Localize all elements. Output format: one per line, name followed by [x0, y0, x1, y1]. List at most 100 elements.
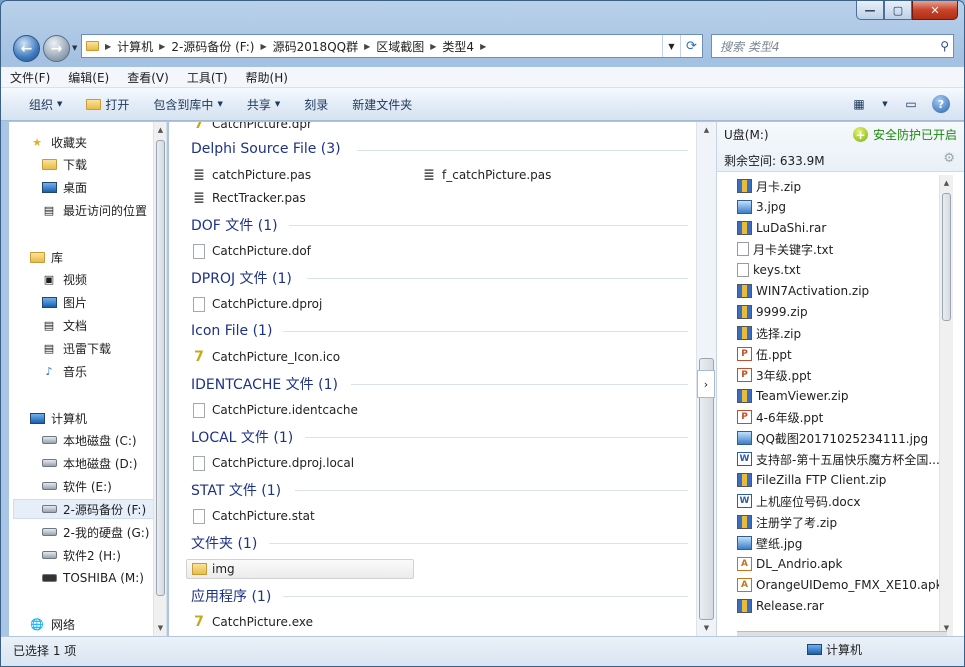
udisk-file-item[interactable]: A DL_Andrio.apk: [737, 554, 843, 574]
udisk-file-item[interactable]: P 伍.ppt: [737, 344, 792, 364]
file-item[interactable]: CatchPicture.dproj.local: [191, 453, 354, 473]
menu-file[interactable]: 文件(F): [1, 69, 59, 86]
udisk-file-item[interactable]: W 支持部-第十五届快乐魔方杯全国...: [737, 449, 940, 469]
view-options-icon[interactable]: ▦: [848, 94, 870, 114]
breadcrumb-drive[interactable]: 2-源码备份 (F:): [167, 38, 258, 55]
file-item[interactable]: CatchPicture.stat: [191, 506, 315, 526]
breadcrumb-separator-icon[interactable]: ▶: [478, 42, 488, 51]
file-item[interactable]: CatchPicture.dproj: [191, 294, 322, 314]
nav-recent[interactable]: ▤ 最近访问的位置: [41, 200, 166, 220]
breadcrumb-folder[interactable]: 源码2018QQ群: [269, 38, 362, 55]
refresh-icon[interactable]: ⟳: [680, 35, 702, 57]
breadcrumb-separator-icon[interactable]: ▶: [103, 42, 113, 51]
udisk-file-item[interactable]: keys.txt: [737, 260, 801, 280]
main-scrollbar[interactable]: ▲ ▼ ›: [696, 122, 716, 636]
udisk-file-item[interactable]: 月卡.zip: [737, 176, 801, 196]
nav-drive-g[interactable]: 2-我的硬盘 (G:): [41, 522, 166, 542]
group-header[interactable]: 文件夹 (1): [191, 532, 257, 554]
nav-scrollbar[interactable]: ▲ ▼: [153, 122, 166, 636]
menu-edit[interactable]: 编辑(E): [59, 69, 118, 86]
udisk-file-item[interactable]: LuDaShi.rar: [737, 218, 826, 238]
udisk-file-item[interactable]: FileZilla FTP Client.zip: [737, 470, 886, 490]
nav-libraries[interactable]: 库: [29, 247, 166, 267]
file-item-selected[interactable]: img: [186, 559, 414, 579]
search-input[interactable]: 搜索 类型4 ⚲: [711, 34, 954, 58]
breadcrumb-separator-icon[interactable]: ▶: [428, 42, 438, 51]
udisk-file-item[interactable]: Release.rar: [737, 596, 824, 616]
include-library-button[interactable]: 包含到库中 ▼: [141, 96, 234, 113]
udisk-file-item[interactable]: W 上机座位号码.docx: [737, 491, 860, 511]
nav-music[interactable]: ♪ 音乐: [41, 361, 166, 381]
group-header[interactable]: STAT 文件 (1): [191, 479, 281, 501]
help-icon[interactable]: ?: [932, 95, 950, 113]
group-header[interactable]: Icon File (1): [191, 320, 272, 342]
minimize-button[interactable]: —: [856, 1, 884, 20]
nav-favorites[interactable]: ★ 收藏夹: [29, 132, 166, 152]
file-item[interactable]: CatchPicture.identcache: [191, 400, 358, 420]
new-folder-button[interactable]: 新建文件夹: [340, 96, 424, 113]
address-bar[interactable]: ▶ 计算机 ▶ 2-源码备份 (F:) ▶ 源码2018QQ群 ▶ 区域截图 ▶…: [81, 34, 703, 58]
nav-network[interactable]: 🌐 网络: [29, 614, 166, 634]
group-header[interactable]: DOF 文件 (1): [191, 214, 278, 236]
maximize-button[interactable]: ▢: [884, 1, 912, 20]
menu-tools[interactable]: 工具(T): [178, 69, 237, 86]
file-item[interactable]: CatchPicture.dof: [191, 241, 311, 261]
nav-drive-c[interactable]: 本地磁盘 (C:): [41, 430, 166, 450]
nav-computer[interactable]: 计算机: [29, 408, 166, 428]
nav-drive-h[interactable]: 软件2 (H:): [41, 545, 166, 565]
group-header[interactable]: 应用程序 (1): [191, 585, 271, 607]
file-item[interactable]: ≣ f_catchPicture.pas: [421, 165, 551, 185]
burn-button[interactable]: 刻录: [292, 96, 340, 113]
nav-videos[interactable]: ▣ 视频: [41, 269, 166, 289]
open-button[interactable]: 打开: [74, 96, 141, 113]
nav-thunder-downloads[interactable]: ▤ 迅雷下载: [41, 338, 166, 358]
udisk-file-item[interactable]: 壁纸.jpg: [737, 533, 802, 553]
udisk-file-item[interactable]: 月卡关键字.txt: [737, 239, 833, 259]
group-header[interactable]: IDENTCACHE 文件 (1): [191, 373, 338, 395]
nav-documents[interactable]: ▤ 文档: [41, 315, 166, 335]
breadcrumb-subfolder[interactable]: 区域截图: [372, 38, 428, 55]
nav-desktop[interactable]: 桌面: [41, 177, 166, 197]
breadcrumb-separator-icon[interactable]: ▶: [157, 42, 167, 51]
scroll-up-icon[interactable]: ▲: [697, 122, 716, 138]
nav-pictures[interactable]: 图片: [41, 292, 166, 312]
expand-pane-icon[interactable]: ›: [697, 370, 715, 398]
back-button[interactable]: ←: [13, 35, 40, 62]
nav-drive-m[interactable]: TOSHIBA (M:): [41, 568, 166, 588]
udisk-file-item[interactable]: QQ截图20171025234111.jpg: [737, 428, 928, 448]
udisk-file-item[interactable]: 3.jpg: [737, 197, 786, 217]
share-button[interactable]: 共享 ▼: [235, 96, 292, 113]
udisk-file-item[interactable]: TeamViewer.zip: [737, 386, 848, 406]
scroll-down-icon[interactable]: ▼: [154, 620, 166, 636]
scroll-up-icon[interactable]: ▲: [154, 122, 166, 138]
udisk-scroll-thumb[interactable]: [942, 193, 951, 321]
nav-downloads[interactable]: 下载: [41, 154, 166, 174]
file-item[interactable]: ≣ RectTracker.pas: [191, 188, 306, 208]
breadcrumb-current[interactable]: 类型4: [438, 38, 478, 55]
search-icon[interactable]: ⚲: [940, 39, 949, 53]
udisk-file-item[interactable]: 注册学了考.zip: [737, 512, 837, 532]
udisk-file-item[interactable]: WIN7Activation.zip: [737, 281, 869, 301]
close-button[interactable]: ✕: [912, 1, 958, 20]
breadcrumb-separator-icon[interactable]: ▶: [362, 42, 372, 51]
organize-button[interactable]: 组织 ▼: [1, 96, 74, 113]
nav-scroll-thumb[interactable]: [156, 140, 165, 596]
udisk-scrollbar[interactable]: ▲ ▼: [939, 175, 953, 636]
scroll-up-icon[interactable]: ▲: [940, 175, 953, 191]
file-item[interactable]: 7 CatchPicture_Icon.ico: [191, 347, 340, 367]
nav-drive-d[interactable]: 本地磁盘 (D:): [41, 453, 166, 473]
security-status[interactable]: + 安全防护已开启: [852, 126, 957, 143]
view-dropdown-icon[interactable]: ▼: [880, 94, 890, 114]
history-dropdown-icon[interactable]: ▼: [72, 44, 77, 52]
file-item[interactable]: 7 CatchPicture.exe: [191, 612, 313, 632]
udisk-file-item[interactable]: 选择.zip: [737, 323, 801, 343]
forward-button[interactable]: →: [43, 35, 70, 62]
file-item[interactable]: ≣ catchPicture.pas: [191, 165, 311, 185]
udisk-file-item[interactable]: A OrangeUIDemo_FMX_XE10.apk: [737, 575, 943, 595]
menu-view[interactable]: 查看(V): [118, 69, 178, 86]
nav-drive-f[interactable]: 2-源码备份 (F:): [13, 499, 163, 519]
breadcrumb-computer[interactable]: 计算机: [113, 38, 157, 55]
udisk-file-item[interactable]: P 3年级.ppt: [737, 365, 811, 385]
gear-icon[interactable]: ⚙: [943, 151, 955, 166]
udisk-file-item[interactable]: 9999.zip: [737, 302, 808, 322]
